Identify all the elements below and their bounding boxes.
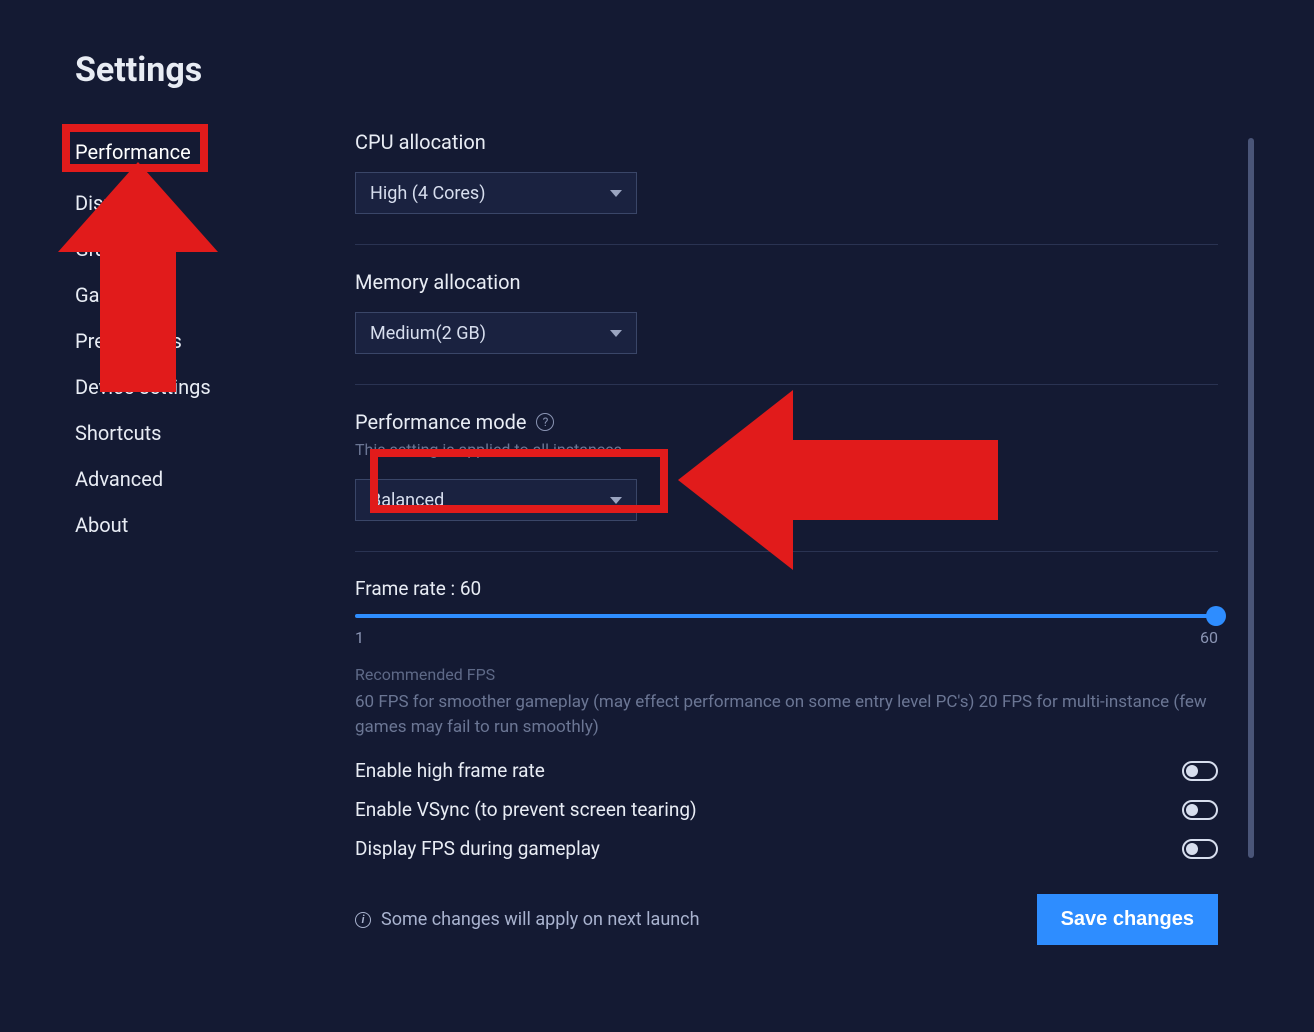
save-changes-button[interactable]: Save changes: [1037, 894, 1218, 945]
frame-rate-label: Frame rate : 60: [355, 577, 1218, 600]
memory-allocation-select[interactable]: Medium(2 GB): [355, 312, 637, 354]
sidebar-item-display[interactable]: Display: [75, 191, 140, 215]
frame-rate-min: 1: [355, 628, 364, 647]
sidebar-item-device-settings[interactable]: Device settings: [75, 375, 211, 399]
sidebar-item-graphics[interactable]: Graphics: [75, 237, 154, 261]
enable-high-frame-rate-label: Enable high frame rate: [355, 759, 545, 782]
enable-vsync-toggle[interactable]: [1182, 800, 1218, 820]
cpu-allocation-value: High (4 Cores): [370, 183, 485, 204]
memory-allocation-value: Medium(2 GB): [370, 323, 486, 344]
performance-mode-select[interactable]: Balanced: [355, 479, 637, 521]
recommended-fps-head: Recommended FPS: [355, 665, 1218, 684]
sidebar: Performance Display Graphics Gamepad Pre…: [75, 130, 355, 1032]
performance-mode-value: Balanced: [370, 490, 444, 511]
chevron-down-icon: [610, 497, 622, 504]
cpu-allocation-select[interactable]: High (4 Cores): [355, 172, 637, 214]
frame-rate-slider[interactable]: [355, 614, 1218, 618]
sidebar-item-advanced[interactable]: Advanced: [75, 467, 163, 491]
sidebar-item-performance[interactable]: Performance: [75, 140, 191, 169]
footer-note: Some changes will apply on next launch: [381, 909, 700, 930]
info-icon: i: [355, 912, 371, 928]
sidebar-item-gamepad[interactable]: Gamepad: [75, 283, 161, 307]
performance-mode-label: Performance mode: [355, 410, 526, 434]
main-panel: CPU allocation High (4 Cores) Memory all…: [355, 130, 1248, 1032]
chevron-down-icon: [610, 190, 622, 197]
help-icon[interactable]: ?: [536, 413, 554, 431]
display-fps-label: Display FPS during gameplay: [355, 837, 600, 860]
frame-rate-max: 60: [1200, 628, 1218, 647]
cpu-allocation-label: CPU allocation: [355, 130, 1218, 154]
enable-high-frame-rate-toggle[interactable]: [1182, 761, 1218, 781]
recommended-fps-body: 60 FPS for smoother gameplay (may effect…: [355, 690, 1218, 739]
scrollbar[interactable]: [1248, 138, 1254, 858]
memory-allocation-label: Memory allocation: [355, 270, 1218, 294]
sidebar-item-preferences[interactable]: Preferences: [75, 329, 182, 353]
sidebar-item-shortcuts[interactable]: Shortcuts: [75, 421, 161, 445]
chevron-down-icon: [610, 330, 622, 337]
performance-mode-sub: This setting is applied to all instances: [355, 440, 1218, 459]
page-title: Settings: [75, 50, 1254, 90]
slider-thumb[interactable]: [1206, 606, 1226, 626]
enable-vsync-label: Enable VSync (to prevent screen tearing): [355, 798, 697, 821]
sidebar-item-about[interactable]: About: [75, 513, 128, 537]
display-fps-toggle[interactable]: [1182, 839, 1218, 859]
